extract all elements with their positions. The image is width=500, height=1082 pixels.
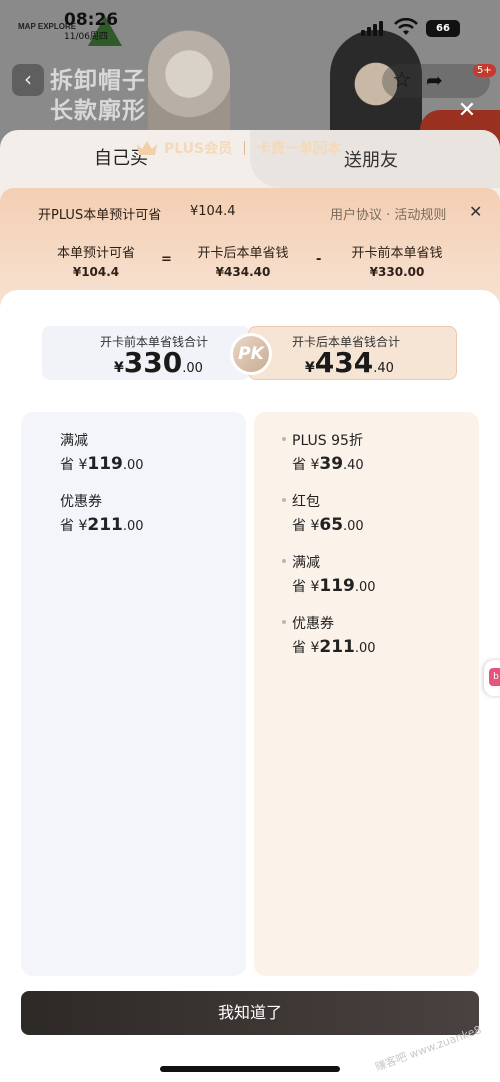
right-item-name: 红包 [292, 494, 320, 510]
tab-send-friend[interactable]: 送朋友 [344, 146, 398, 172]
before-breakdown-column [21, 412, 246, 976]
wifi-icon [394, 18, 418, 35]
floating-side-tab[interactable]: b [484, 660, 500, 696]
product-photo-1 [148, 30, 230, 140]
formula-before-label: 开卡前本单省钱 [351, 246, 443, 261]
tip-close-icon[interactable]: ✕ [469, 202, 482, 221]
status-time: 08:26 [64, 10, 119, 30]
cart-badge: 5+ [473, 64, 496, 77]
battery-icon: 66 [426, 20, 460, 37]
bullet-dot [282, 437, 286, 441]
home-indicator[interactable] [160, 1066, 340, 1072]
formula-before: 开卡前本单省钱 ¥330.00 [332, 244, 462, 282]
bullet-dot [282, 498, 286, 502]
after-breakdown-column [254, 412, 479, 976]
plus-banner: PLUS会员 卡费一单回本 [136, 134, 341, 162]
favorite-star-icon[interactable]: ☆ [392, 68, 412, 93]
formula-before-value: ¥330.00 [369, 265, 425, 279]
right-item-name: PLUS 95折 [292, 433, 363, 449]
formula-after-value: ¥434.40 [215, 265, 271, 279]
left-item-name: 优惠券 [60, 494, 102, 510]
right-item-value: 省 ¥211.00 [292, 637, 376, 657]
bullet-dot [282, 559, 286, 563]
tip-title: 开PLUS本单预计可省 [38, 208, 162, 223]
left-item-name: 满减 [60, 433, 88, 449]
pk-after-value: ¥434.40 [305, 346, 394, 379]
status-bar: MAP EXPLORE 08:26 11/06周四 66 [0, 0, 500, 46]
formula-saved-value: ¥104.4 [72, 265, 120, 279]
side-app-icon: b [489, 668, 500, 686]
bullet-dot [282, 620, 286, 624]
got-it-button[interactable]: 我知道了 [21, 991, 479, 1035]
left-item-value: 省 ¥211.00 [60, 515, 144, 535]
share-icon[interactable]: ➦ [426, 68, 443, 92]
formula-saved-label: 本单预计可省 [56, 246, 135, 261]
plus-banner-divider [244, 141, 246, 155]
agreement-rules-link[interactable]: 用户协议 · 活动规则 [330, 204, 446, 223]
formula-after-label: 开卡后本单省钱 [197, 246, 289, 261]
formula-saved: 本单预计可省 ¥104.4 [31, 244, 161, 282]
right-item-name: 满减 [292, 555, 320, 571]
signal-icon [361, 20, 385, 36]
formula-minus: - [316, 252, 322, 267]
plus-banner-title: PLUS会员 [164, 141, 233, 157]
pk-before-value: ¥330.00 [114, 346, 203, 379]
formula-equals: = [161, 252, 172, 267]
tip-amount: ¥104.4 [190, 204, 236, 219]
close-sheet-icon[interactable]: ✕ [453, 98, 481, 126]
right-item-value: 省 ¥65.00 [292, 515, 364, 535]
plus-banner-subtitle: 卡费一单回本 [257, 141, 342, 157]
left-item-value: 省 ¥119.00 [60, 454, 144, 474]
right-item-value: 省 ¥39.40 [292, 454, 364, 474]
right-item-value: 省 ¥119.00 [292, 576, 376, 596]
right-item-name: 优惠券 [292, 616, 334, 632]
pk-badge: PK [230, 333, 272, 375]
formula-after: 开卡后本单省钱 ¥434.40 [178, 244, 308, 282]
product-banner-text: 拆卸帽子 长款廓形 [50, 68, 146, 124]
status-date: 11/06周四 [64, 32, 108, 42]
crown-icon [137, 141, 157, 155]
back-button[interactable]: ‹ [12, 64, 44, 96]
